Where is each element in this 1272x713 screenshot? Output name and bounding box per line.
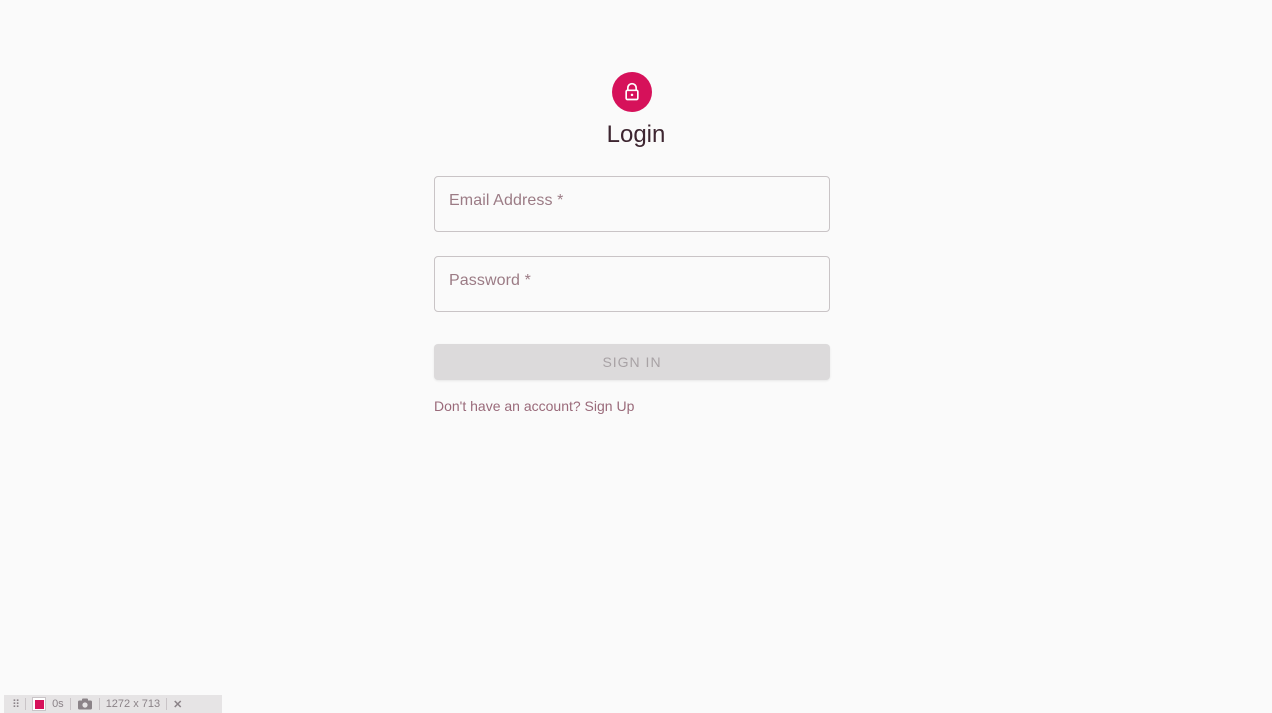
login-page: Login Email Address * Password * SIGN IN…	[0, 0, 1272, 713]
record-icon[interactable]	[32, 697, 47, 711]
close-icon[interactable]: ✕	[173, 698, 182, 711]
password-field[interactable]: Password *	[434, 256, 830, 312]
sign-up-link[interactable]: Don't have an account? Sign Up	[434, 398, 634, 414]
divider	[166, 698, 168, 710]
drag-handle-icon[interactable]: ⠿	[12, 698, 20, 711]
lock-icon	[625, 82, 639, 101]
camera-icon[interactable]	[77, 698, 93, 710]
timer-text: 0s	[52, 698, 64, 710]
divider	[25, 698, 27, 710]
password-input[interactable]	[435, 257, 829, 311]
email-field[interactable]: Email Address *	[434, 176, 830, 232]
divider	[98, 698, 100, 710]
devtools-bar: ⠿ 0s 1272 x 713 ✕	[4, 695, 222, 713]
dimensions-text: 1272 x 713	[105, 698, 161, 710]
sign-in-button[interactable]: SIGN IN	[434, 344, 830, 380]
divider	[69, 698, 71, 710]
lock-avatar	[612, 72, 652, 112]
page-title: Login	[606, 121, 666, 148]
email-input[interactable]	[435, 177, 829, 231]
